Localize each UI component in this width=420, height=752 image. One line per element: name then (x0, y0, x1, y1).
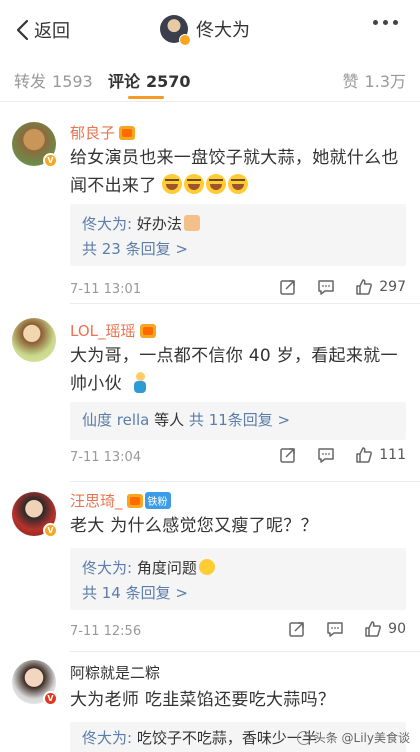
comment-text: 大为哥，一点都不信你 40 岁，看起来就一帅小伙 (70, 342, 406, 398)
view-replies-link[interactable]: 仙度 rella 等人 共 11条回复 > (82, 407, 394, 433)
comment-text: 给女演员也来一盘饺子就大蒜，她就什么也闻不出来了 (70, 144, 406, 200)
comment-username[interactable]: 汪思琦_ 铁粉 (70, 490, 171, 511)
comment-username[interactable]: 郁良子 (70, 122, 136, 143)
comment-time: 7-11 12:56 (70, 624, 142, 639)
share-button[interactable] (288, 620, 306, 638)
share-icon (280, 280, 296, 295)
tab-label: 转发 (14, 72, 47, 91)
verified-icon: V (43, 153, 58, 168)
thumbs-up-icon (365, 621, 382, 637)
watermark: 头条 @Lily美食谈 (296, 729, 410, 746)
username-text: LOL_瑶瑶 (70, 322, 136, 340)
tab-bar: 转发 1593 评论 2570 赞 1.3万 (0, 58, 420, 102)
reply-text: 好办法 (132, 215, 182, 233)
comment-icon (318, 280, 335, 295)
vip-crown-icon (126, 493, 143, 508)
reply-preview[interactable]: 佟大为: 好办法 共 23 条回复 > (70, 204, 406, 266)
vip-crown-icon (119, 125, 136, 140)
comment-icon (318, 448, 335, 463)
figure-emoji-icon (132, 372, 148, 394)
comment-button[interactable] (317, 278, 335, 296)
username-text: 汪思琦_ (70, 492, 123, 510)
avatar (160, 15, 191, 46)
tab-count: 1593 (52, 72, 93, 91)
view-replies-link[interactable]: 共 14 条回复 > (82, 580, 394, 606)
thumbs-up-icon (356, 279, 373, 295)
reply-participant[interactable]: 仙度 rella (82, 411, 149, 429)
reply-line: 佟大为: 角度问题 (82, 556, 394, 580)
comment-icon (327, 622, 343, 637)
view-replies-link[interactable]: 共 23 条回复 > (82, 236, 394, 262)
active-tab-indicator (128, 96, 164, 99)
avatar[interactable]: V (12, 660, 58, 706)
comment-meta: 7-11 12:56 90 (70, 620, 406, 644)
verified-icon (179, 34, 191, 46)
comment-item: LOL_瑶瑶 大为哥，一点都不信你 40 岁，看起来就一帅小伙 仙度 rella… (0, 304, 420, 482)
like-button[interactable]: 297 (355, 278, 406, 296)
reply-preview[interactable]: 佟大为: 角度问题 共 14 条回复 > (70, 548, 406, 610)
reply-text: 吃饺子不吃蒜，香味少一半 (132, 729, 317, 747)
share-icon (280, 448, 296, 463)
back-button[interactable]: 返回 (14, 16, 70, 44)
comment-username[interactable]: 阿粽就是二粽 (70, 662, 160, 683)
share-icon (289, 622, 304, 637)
avatar[interactable]: V (12, 492, 58, 538)
tab-count: 2570 (146, 72, 191, 91)
laugh-cry-emoji-icon (162, 174, 250, 196)
sweat-emoji-icon (198, 559, 215, 575)
like-count: 297 (379, 279, 406, 295)
username-text: 阿粽就是二粽 (70, 664, 161, 682)
comment-time: 7-11 13:04 (70, 450, 142, 465)
username-text: 郁良子 (70, 124, 116, 142)
top-bar: 返回 佟大为 (0, 0, 420, 58)
comment-body: 老大 为什么感觉您又瘦了呢？？ (70, 516, 318, 536)
fan-badge: 铁粉 (144, 492, 171, 509)
verified-icon: V (43, 523, 58, 538)
reply-line: 佟大为: 好办法 (82, 212, 394, 236)
share-button[interactable] (279, 446, 297, 464)
comment-button[interactable] (326, 620, 344, 638)
vip-crown-icon (139, 323, 156, 338)
comment-button[interactable] (317, 446, 335, 464)
like-count: 111 (379, 447, 406, 463)
thumbs-up-emoji-icon (183, 215, 200, 231)
reply-author[interactable]: 佟大为: (82, 215, 132, 233)
avatar[interactable]: V (12, 122, 58, 168)
logo-icon (296, 730, 311, 745)
comment-username[interactable]: LOL_瑶瑶 (70, 320, 156, 341)
tab-label: 赞 (342, 72, 359, 91)
comment-item: V 汪思琦_ 铁粉 老大 为什么感觉您又瘦了呢？？ 佟大为: 角度问题 共 14… (0, 482, 420, 652)
comment-meta: 7-11 13:01 297 (70, 278, 406, 302)
reply-author[interactable]: 佟大为: (82, 559, 132, 577)
avatar[interactable] (12, 318, 56, 362)
tab-likes[interactable]: 赞 1.3万 (343, 68, 406, 92)
chevron-left-icon (16, 19, 29, 41)
tab-count: 1.3万 (364, 72, 406, 91)
back-label: 返回 (34, 21, 70, 42)
comment-body: 大为哥，一点都不信你 40 岁，看起来就一帅小伙 (70, 346, 398, 394)
reply-preview[interactable]: 仙度 rella 等人 共 11条回复 > (70, 402, 406, 440)
header-user[interactable]: 佟大为 (160, 13, 250, 46)
comment-item: V 郁良子 给女演员也来一盘饺子就大蒜，她就什么也闻不出来了 佟大为: 好办法 … (0, 102, 420, 304)
reply-text: 角度问题 (132, 559, 197, 577)
tab-label: 评论 (108, 72, 141, 91)
comment-text: 老大 为什么感觉您又瘦了呢？？ (70, 512, 406, 540)
share-button[interactable] (279, 278, 297, 296)
comment-body: 大为老师 吃韭菜馅还要吃大蒜吗？ (70, 690, 336, 710)
comment-text: 大为老师 吃韭菜馅还要吃大蒜吗？ (70, 686, 406, 714)
watermark-text: 头条 @Lily美食谈 (313, 731, 410, 745)
like-button[interactable]: 90 (364, 620, 406, 638)
verified-icon: V (43, 691, 58, 706)
comment-meta: 7-11 13:04 111 (70, 446, 406, 470)
reply-count-link[interactable]: 共 11条回复 > (189, 411, 290, 429)
reply-others-text: 等人 (149, 411, 189, 429)
more-options-icon[interactable] (373, 20, 398, 25)
comment-time: 7-11 13:01 (70, 282, 142, 297)
page-title: 佟大为 (196, 20, 250, 41)
tab-reposts[interactable]: 转发 1593 (14, 68, 93, 92)
thumbs-up-icon (356, 447, 373, 463)
like-button[interactable]: 111 (355, 446, 406, 464)
reply-author[interactable]: 佟大为: (82, 729, 132, 747)
like-count: 90 (388, 621, 406, 637)
